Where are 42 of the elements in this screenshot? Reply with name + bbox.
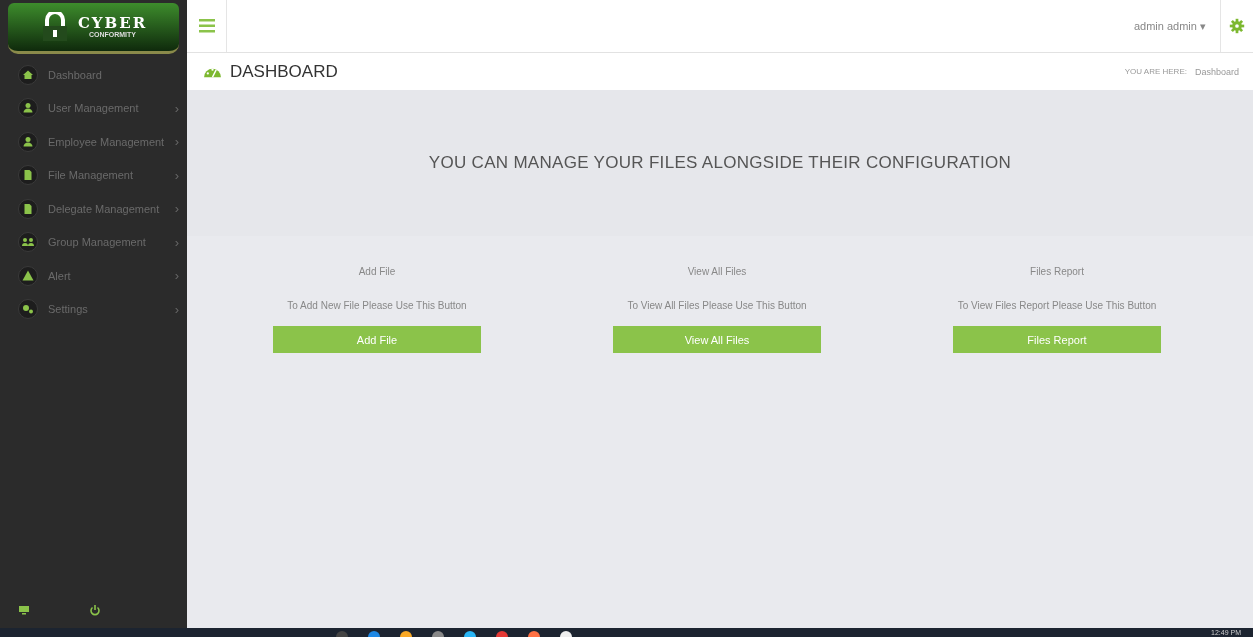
group-icon — [18, 232, 38, 253]
app-icon[interactable] — [559, 629, 573, 637]
sidebar-item[interactable]: Settings › — [0, 292, 187, 326]
chevron-icon: › — [174, 100, 179, 116]
chevron-icon: › — [174, 167, 179, 183]
card-title: View All Files — [687, 266, 747, 279]
app-icon[interactable] — [399, 629, 413, 637]
card-description: To View All Files Please Use This Button — [627, 300, 807, 313]
user-icon — [18, 131, 38, 152]
sidebar-item[interactable]: Employee Management › — [0, 125, 187, 159]
card-title: Files Report — [1030, 266, 1084, 279]
chevron-icon: › — [174, 201, 179, 217]
warning-icon — [18, 265, 38, 286]
sidebar-item[interactable]: Delegate Management › — [0, 192, 187, 226]
action-button[interactable]: Files Report — [953, 326, 1161, 353]
chevron-icon: › — [174, 301, 179, 317]
app-icon[interactable] — [463, 629, 477, 637]
sidebar-item[interactable]: Group Management › — [0, 225, 187, 259]
sidebar-item[interactable]: File Management › — [0, 158, 187, 192]
file-icon — [18, 198, 38, 219]
banner-text: YOU CAN MANAGE YOUR FILES ALONGSIDE THEIR CONFIGURATION — [428, 153, 1012, 173]
home-icon — [18, 64, 38, 85]
monitor-icon[interactable] — [18, 604, 30, 616]
sidebar-item[interactable]: Dashboard — [0, 58, 187, 92]
chevron-icon: › — [174, 268, 179, 284]
page-title: DASHBOARD — [230, 61, 338, 82]
chevron-icon: › — [174, 134, 179, 150]
card-description: To Add New File Please Use This Button — [287, 300, 467, 313]
breadcrumb-label: YOU ARE HERE: — [1124, 67, 1187, 76]
sidebar-item[interactable]: Alert › — [0, 259, 187, 293]
action-button[interactable]: View All Files — [613, 326, 821, 353]
power-icon[interactable] — [89, 604, 101, 616]
app-icon[interactable] — [527, 629, 541, 637]
chevron-icon: › — [174, 234, 179, 250]
card-description: To View Files Report Please Use This Button — [957, 300, 1157, 313]
sidebar-item[interactable]: User Management › — [0, 91, 187, 125]
user-icon — [18, 98, 38, 119]
breadcrumb-link[interactable]: Dashboard — [1194, 66, 1239, 77]
card-title: Add File — [358, 266, 396, 279]
logo-title: CYBER — [77, 16, 148, 31]
file-icon — [18, 165, 38, 186]
action-button[interactable]: Add File — [273, 326, 481, 353]
